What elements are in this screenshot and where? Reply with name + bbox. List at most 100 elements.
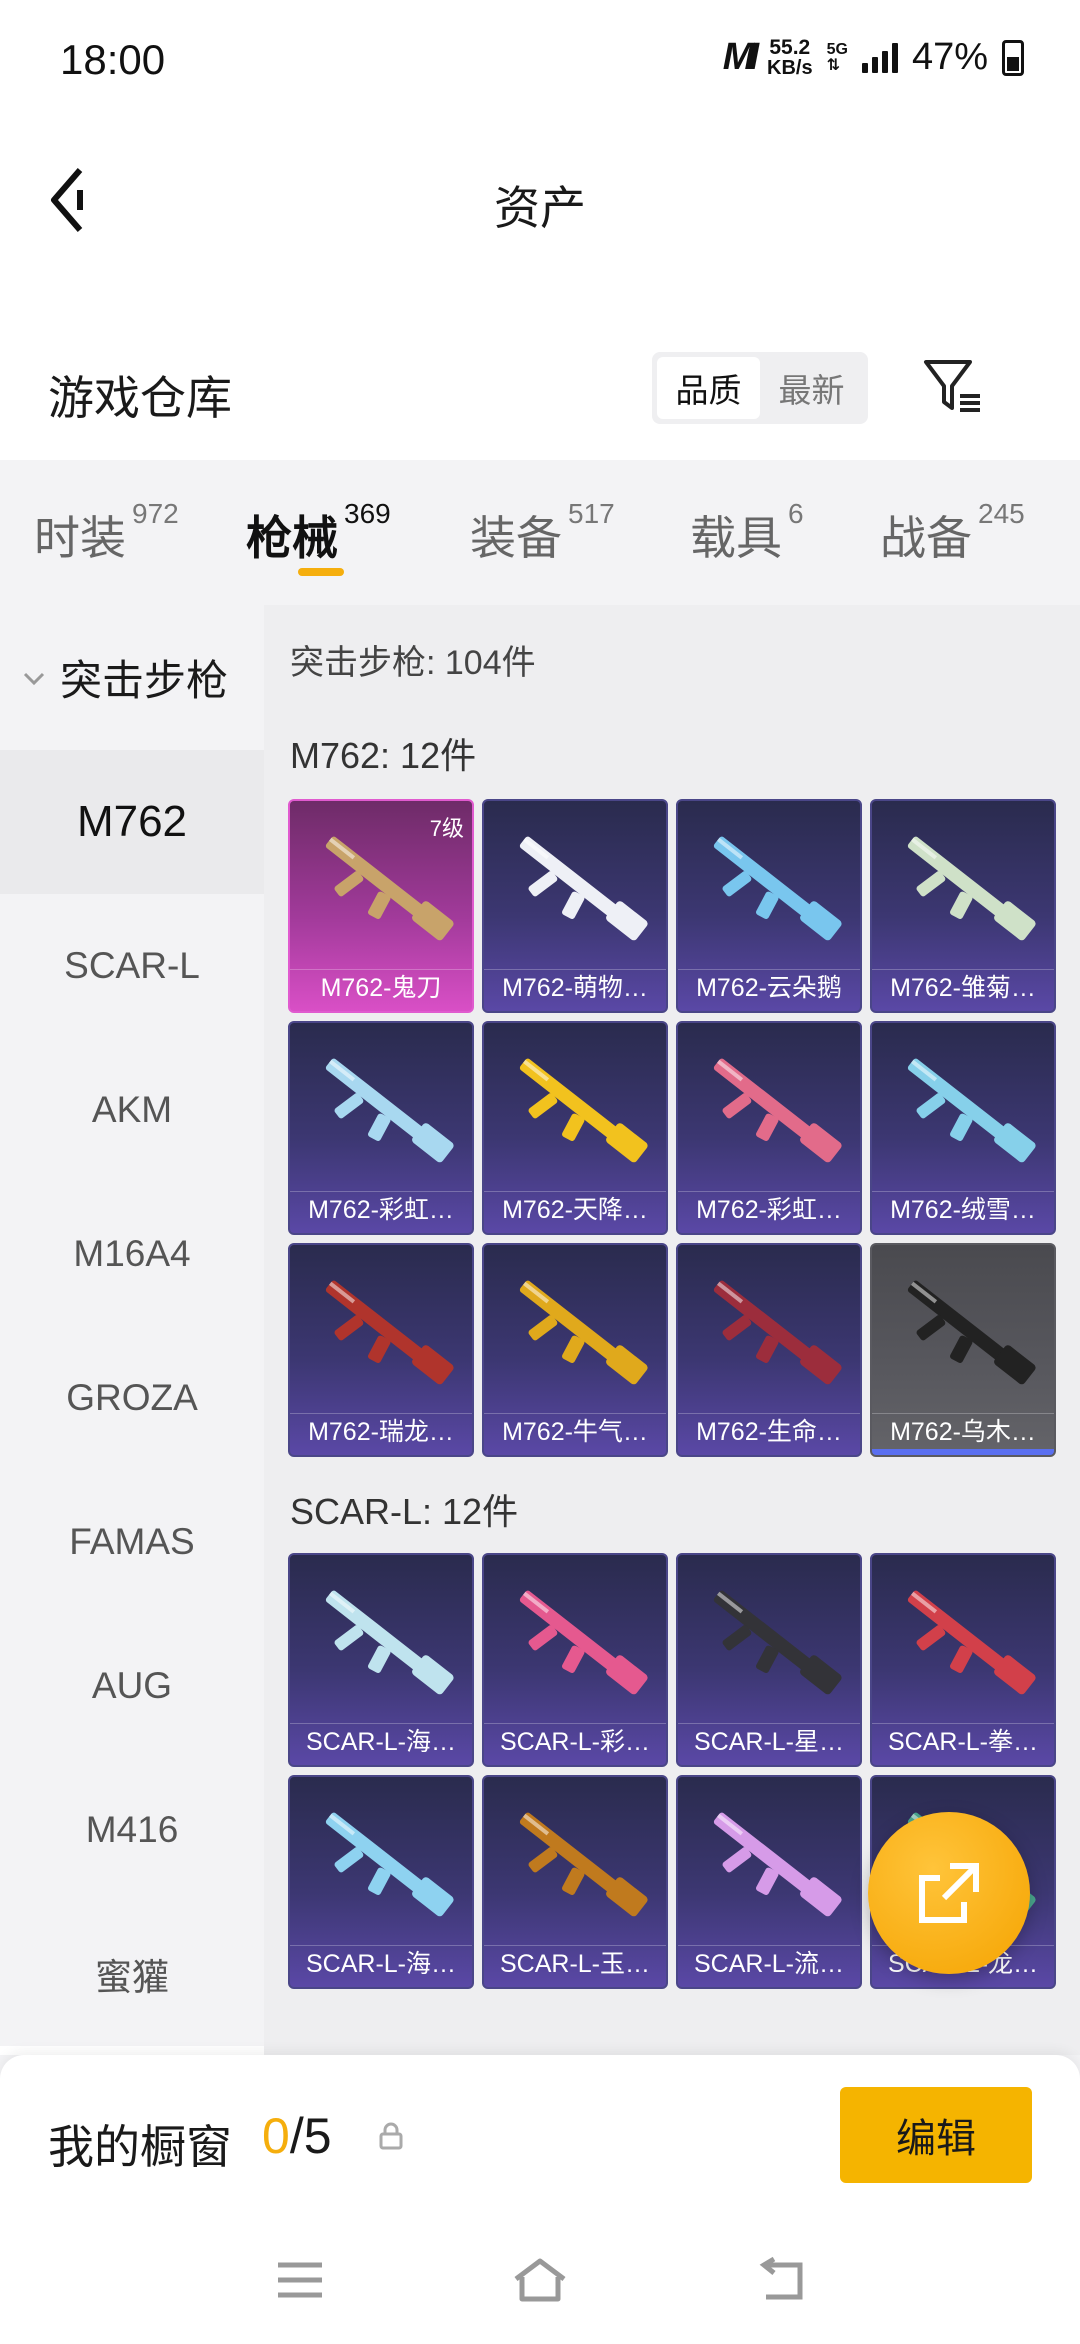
skin-card[interactable]: M762-云朵鹅: [676, 799, 862, 1013]
sidebar-item-m416[interactable]: M416: [0, 1758, 264, 1902]
showcase-total: /5: [289, 2108, 332, 2164]
tab-fashion[interactable]: 时装 972: [34, 460, 246, 605]
skin-card[interactable]: M762-彩虹…: [288, 1021, 474, 1235]
sidebar-item-famas[interactable]: FAMAS: [0, 1470, 264, 1614]
back-nav-button[interactable]: [752, 2255, 812, 2305]
home-nav-button[interactable]: [510, 2255, 570, 2305]
rifle-icon: [325, 1280, 454, 1385]
tab-guns[interactable]: 枪械 369: [246, 460, 470, 605]
battery-percent: 47%: [911, 36, 988, 78]
showcase-label: 我的橱窗: [48, 2121, 232, 2173]
rifle-icon: [713, 1058, 842, 1163]
sidebar-group-label: 突击步枪: [60, 657, 229, 704]
skin-card[interactable]: SCAR-L-流…: [676, 1775, 862, 1989]
rifle-icon: [519, 1812, 648, 1917]
edit-button[interactable]: 编辑: [840, 2087, 1032, 2183]
skin-card[interactable]: 7级 M762-鬼刀: [288, 799, 474, 1013]
rifle-icon: [713, 1280, 842, 1385]
skin-name: M762-彩虹…: [290, 1191, 472, 1227]
sort-quality-button[interactable]: 品质: [657, 357, 760, 419]
skin-name: M762-瑞龙…: [290, 1413, 472, 1449]
skin-card[interactable]: M762-瑞龙…: [288, 1243, 474, 1457]
rifle-icon: [907, 1590, 1036, 1695]
sort-newest-button[interactable]: 最新: [760, 357, 863, 419]
share-button[interactable]: [868, 1812, 1030, 1974]
skin-card[interactable]: SCAR-L-拳…: [870, 1553, 1056, 1767]
skin-name: SCAR-L-星…: [678, 1723, 860, 1759]
sidebar-item-akm[interactable]: AKM: [0, 1038, 264, 1182]
tab-count: 245: [978, 498, 1025, 529]
mi-logo-icon: MI: [722, 36, 759, 78]
sidebar-item-honey-badger[interactable]: 蜜獾: [0, 1902, 264, 2046]
skin-name: SCAR-L-拳…: [872, 1723, 1054, 1759]
sidebar-item-aug[interactable]: AUG: [0, 1614, 264, 1758]
network-speed-value: 55.2: [769, 35, 811, 59]
status-bar: 18:00 MI 55.2 KB/s 5G ⇅ 47%: [0, 0, 1080, 120]
skin-card[interactable]: M762-天降…: [482, 1021, 668, 1235]
category-total: 突击步枪: 104件: [290, 644, 536, 682]
status-icons: MI 55.2 KB/s 5G ⇅ 47%: [723, 36, 1024, 79]
tab-supplies[interactable]: 战备 245: [880, 460, 1060, 605]
sidebar-item-scar-l[interactable]: SCAR-L: [0, 894, 264, 1038]
sidebar-item-m762[interactable]: M762: [0, 750, 264, 894]
skin-name: M762-云朵鹅: [678, 969, 860, 1005]
warehouse-header: 游戏仓库 品质 最新: [0, 280, 1080, 460]
tab-label: 战备: [880, 512, 972, 564]
share-icon: [919, 1863, 979, 1923]
skin-card[interactable]: M762-乌木…: [870, 1243, 1056, 1457]
home-icon: [514, 2258, 566, 2302]
skin-name: M762-雏菊…: [872, 969, 1054, 1005]
network-type-label: 5G: [826, 40, 848, 58]
skin-card[interactable]: M762-雏菊…: [870, 799, 1056, 1013]
skin-card[interactable]: SCAR-L-星…: [676, 1553, 862, 1767]
skin-card[interactable]: M762-萌物…: [482, 799, 668, 1013]
skin-card[interactable]: M762-牛气…: [482, 1243, 668, 1457]
section-title-m762: M762: 12件: [290, 735, 477, 776]
network-speed-unit: KB/s: [767, 56, 813, 79]
return-icon: [759, 2256, 803, 2300]
tab-label: 枪械: [246, 512, 338, 564]
skin-card[interactable]: SCAR-L-海…: [288, 1553, 474, 1767]
battery-icon: [1002, 39, 1024, 76]
category-tabs: 时装 972 枪械 369 装备 517 载具 6 战备 245: [0, 460, 1080, 605]
network-speed: 55.2 KB/s: [767, 35, 813, 79]
weapon-sidebar: 突击步枪 M762 SCAR-L AKM M16A4 GROZA FAMAS A…: [0, 605, 264, 2055]
rifle-icon: [325, 1812, 454, 1917]
showcase-current: 0: [262, 2108, 290, 2164]
rifle-icon: [907, 1058, 1036, 1163]
menu-nav-button[interactable]: [270, 2255, 330, 2305]
skin-card[interactable]: SCAR-L-彩…: [482, 1553, 668, 1767]
warehouse-title: 游戏仓库: [48, 372, 232, 424]
rifle-icon: [713, 1590, 842, 1695]
skin-name: M762-绒雪…: [872, 1191, 1054, 1227]
skin-card[interactable]: SCAR-L-玉…: [482, 1775, 668, 1989]
tab-count: 6: [788, 498, 804, 529]
tab-count: 972: [132, 498, 179, 529]
skin-card[interactable]: M762-彩虹…: [676, 1021, 862, 1235]
system-nav-bar: [0, 2215, 1080, 2344]
rifle-icon: [519, 1058, 648, 1163]
filter-button[interactable]: [920, 352, 986, 418]
tab-count: 517: [568, 498, 615, 529]
clock: 18:00: [60, 36, 166, 83]
sort-toggle: 品质 最新: [652, 352, 868, 424]
tab-vehicles[interactable]: 载具 6: [690, 460, 880, 605]
sidebar-item-m16a4[interactable]: M16A4: [0, 1182, 264, 1326]
skin-card[interactable]: M762-绒雪…: [870, 1021, 1056, 1235]
tab-label: 载具: [690, 512, 782, 564]
sidebar-group-assault-rifles[interactable]: 突击步枪: [0, 605, 264, 750]
skin-grid-m762: 7级 M762-鬼刀 M762-萌物… M762-云朵鹅 M762-雏菊… M762-彩虹…: [288, 799, 1068, 1457]
tab-label: 装备: [470, 512, 562, 564]
skin-name: M762-生命…: [678, 1413, 860, 1449]
menu-icon: [278, 2262, 322, 2298]
lock-icon: [379, 2122, 403, 2150]
rifle-icon: [713, 1812, 842, 1917]
rifle-icon: [713, 836, 842, 941]
sidebar-item-groza[interactable]: GROZA: [0, 1326, 264, 1470]
skin-card[interactable]: SCAR-L-海…: [288, 1775, 474, 1989]
skin-card[interactable]: M762-生命…: [676, 1243, 862, 1457]
rifle-icon: [519, 1590, 648, 1695]
skin-name: M762-鬼刀: [290, 969, 472, 1005]
tab-equipment[interactable]: 装备 517: [470, 460, 690, 605]
skin-name: SCAR-L-海…: [290, 1945, 472, 1981]
